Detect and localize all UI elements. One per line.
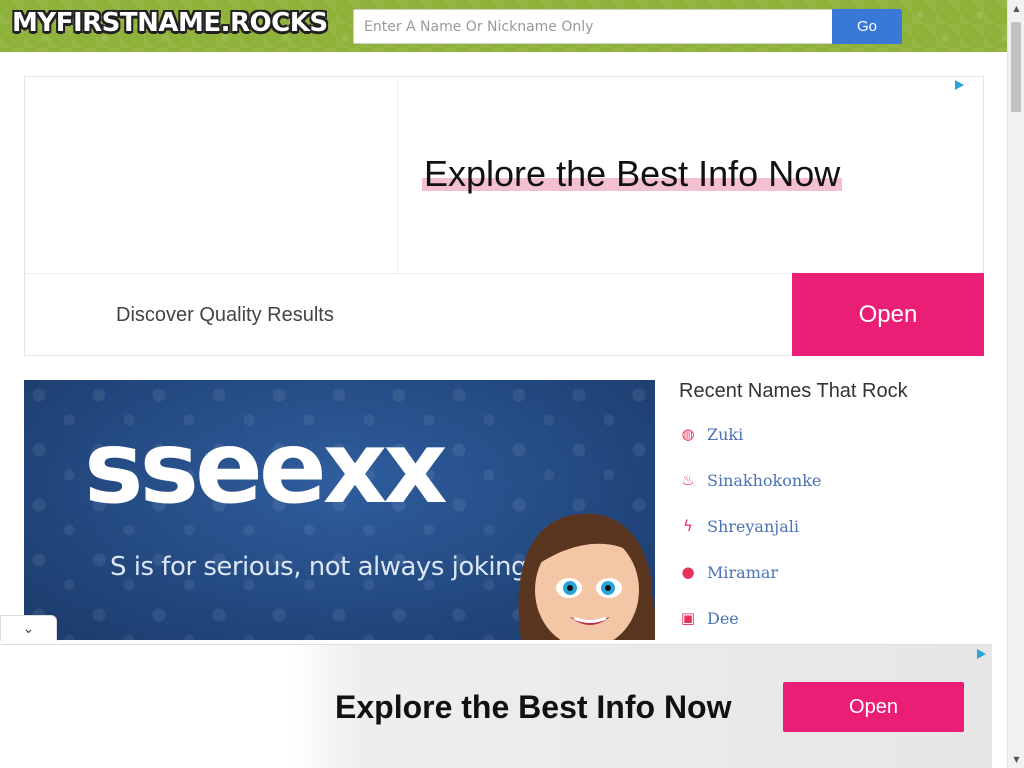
- basketball-icon: ◍: [681, 425, 695, 443]
- page-scrollbar[interactable]: ▲ ▼: [1007, 0, 1024, 768]
- ad-subtext: Discover Quality Results: [116, 304, 334, 326]
- ad-headline[interactable]: Explore the Best Info Now: [335, 689, 731, 726]
- recent-name-link[interactable]: Sinakhokonke: [707, 471, 821, 490]
- scroll-down-arrow-icon[interactable]: ▼: [1008, 751, 1024, 768]
- recent-name-item[interactable]: ♨ Sinakhokonke: [679, 469, 821, 491]
- ad-open-button[interactable]: Open: [792, 273, 984, 356]
- name-hero-image: sseexx S is for serious, not always joki…: [24, 380, 655, 640]
- scroll-up-arrow-icon[interactable]: ▲: [1008, 0, 1024, 17]
- cartoon-girl-avatar-icon: [518, 513, 655, 640]
- ad-divider: [397, 77, 398, 273]
- cake-icon: ♨: [681, 471, 695, 489]
- ad-choices-icon[interactable]: [977, 649, 986, 659]
- site-header: MYFIRSTNAME.ROCKS Enter A Name Or Nickna…: [0, 0, 1007, 52]
- recent-name-item[interactable]: ▣ Dee: [679, 607, 739, 629]
- recent-name-item[interactable]: ϟ Shreyanjali: [679, 515, 799, 537]
- hero-name-text: sseexx: [84, 409, 448, 526]
- recent-name-link[interactable]: Dee: [707, 609, 739, 628]
- recent-name-link[interactable]: Shreyanjali: [707, 517, 799, 536]
- top-ad-banner[interactable]: Explore the Best Info Now Discover Quali…: [24, 76, 984, 356]
- recent-name-item[interactable]: ● Miramar: [679, 561, 778, 583]
- site-logo[interactable]: MYFIRSTNAME.ROCKS: [12, 8, 328, 38]
- scroll-thumb[interactable]: [1011, 22, 1021, 112]
- search-input[interactable]: Enter A Name Or Nickname Only: [353, 9, 833, 44]
- recent-name-item[interactable]: ◍ Zuki: [679, 423, 743, 445]
- bottom-sticky-ad[interactable]: Explore the Best Info Now Open: [0, 644, 992, 768]
- ad-headline[interactable]: Explore the Best Info Now: [422, 153, 843, 195]
- bus-icon: ▣: [680, 609, 696, 627]
- ad-open-button[interactable]: Open: [783, 682, 964, 732]
- recent-names-heading: Recent Names That Rock: [679, 380, 908, 402]
- bomb-icon: ●: [681, 563, 695, 581]
- lightning-icon: ϟ: [683, 517, 693, 535]
- recent-name-link[interactable]: Zuki: [707, 425, 743, 444]
- go-button[interactable]: Go: [832, 9, 902, 44]
- collapse-ad-button[interactable]: ⌄: [0, 615, 57, 641]
- ad-choices-icon[interactable]: [955, 80, 964, 90]
- recent-name-link[interactable]: Miramar: [707, 563, 778, 582]
- chevron-down-icon: ⌄: [22, 621, 35, 637]
- hero-tagline: S is for serious, not always joking.: [110, 552, 535, 582]
